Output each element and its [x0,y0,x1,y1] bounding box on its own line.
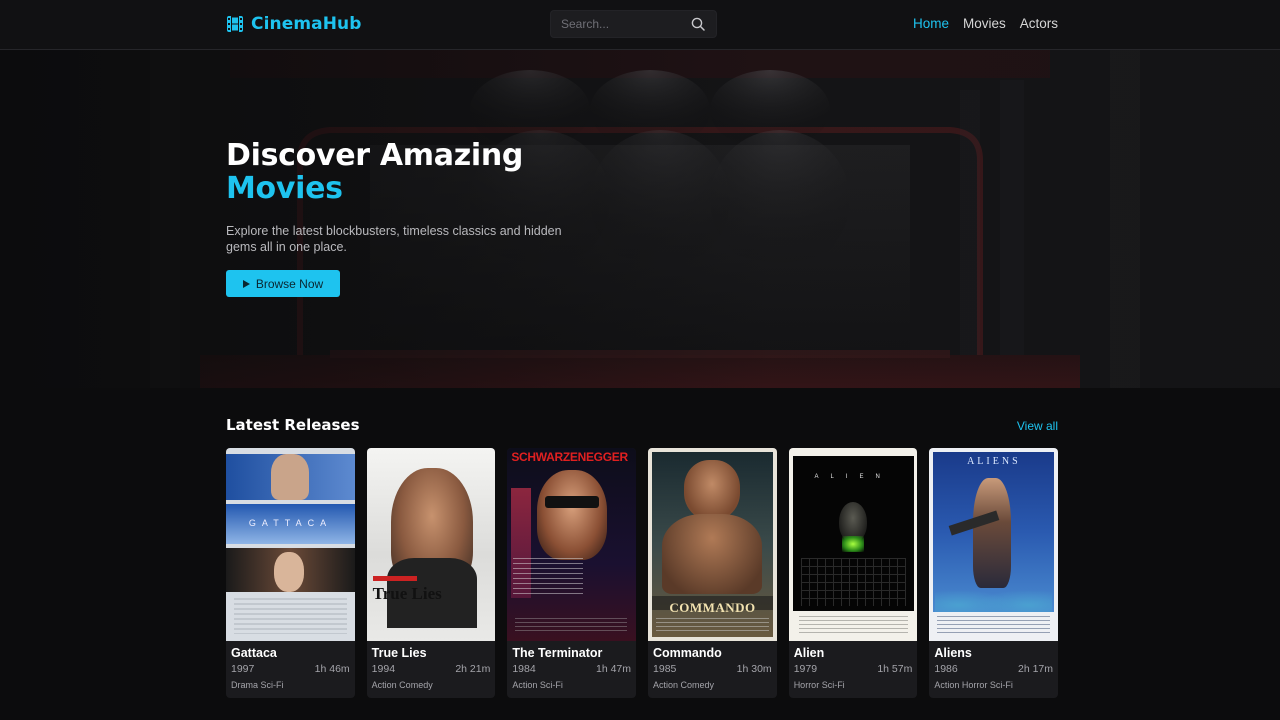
search-icon[interactable] [691,17,705,31]
movie-card[interactable]: GATTACA Gattaca 1997 1h 46m Drama Sci-Fi [226,448,355,698]
movie-year: 1979 [793,663,818,675]
hero-banner: Discover Amazing Movies Explore the late… [0,50,1280,388]
hero-description: Explore the latest blockbusters, timeles… [226,224,562,254]
movie-runtime: 1h 57m [877,663,913,675]
movie-card[interactable]: True Lies True Lies 1994 2h 21m Action C… [366,448,496,698]
hero-title-line1: Discover Amazing [226,138,524,173]
movie-poster: ALIEN [788,448,918,641]
movie-runtime: 1h 30m [736,663,772,675]
movie-year: 1985 [653,663,677,675]
poster-title-text: ALIEN [814,474,892,480]
section-title: Latest Releases [226,416,360,434]
movie-poster: COMMANDO [648,448,777,641]
poster-title-text: ALIENS [967,456,1021,467]
nav-links: Home Movies Actors [913,16,1058,31]
movie-genres: Action Comedy [653,680,715,690]
search-box [550,10,717,38]
movie-runtime: 2h 21m [455,663,491,675]
movie-poster: GATTACA [226,448,355,641]
brand-logo[interactable]: CinemaHub [226,14,362,34]
movie-title: Commando [653,646,722,660]
movie-title: Aliens [934,646,972,660]
poster-title-text: COMMANDO [669,600,756,615]
movie-genres: Action Sci-Fi [512,680,563,690]
play-icon [242,279,250,288]
movie-poster: True Lies [366,448,496,641]
movie-title: Alien [793,646,825,660]
latest-releases-header: Latest Releases View all [226,416,1058,436]
movie-runtime: 2h 17m [1018,663,1054,675]
movie-title: True Lies [371,646,427,660]
nav-link-home[interactable]: Home [913,16,949,31]
view-all-link[interactable]: View all [1017,419,1058,433]
movie-genres: Drama Sci-Fi [231,680,284,690]
movie-year: 1986 [934,663,958,675]
movie-year: 1997 [231,663,255,675]
movie-poster: ALIENS [929,448,1059,641]
browse-now-button[interactable]: Browse Now [226,270,340,297]
search-input[interactable] [551,11,681,37]
hero-title: Discover Amazing Movies [226,139,586,205]
hero-overlay [0,50,1280,388]
movie-year: 1984 [512,663,536,675]
browse-now-label: Browse Now [255,276,324,291]
movie-card[interactable]: ALIENS Aliens 1986 2h 17m Action Horror … [929,448,1059,698]
movie-genres: Action Horror Sci-Fi [934,680,1013,690]
movie-genres: Horror Sci-Fi [793,680,845,690]
movie-genres: Action Comedy [371,680,433,690]
movie-runtime: 1h 46m [314,663,350,675]
poster-title-text: True Lies [372,584,442,603]
movie-card[interactable]: SCHWARZENEGGER The Terminator 1984 1h 47… [507,448,637,698]
hero-content: Discover Amazing Movies Explore the late… [226,139,586,297]
poster-title-text: GATTACA [248,518,333,528]
movie-card[interactable]: ALIEN Alien 1979 1h 57m Horror Sci-Fi [788,448,918,698]
movie-year: 1994 [371,663,396,675]
movie-card-list: GATTACA Gattaca 1997 1h 46m Drama Sci-Fi… [226,448,1059,698]
nav-link-actors[interactable]: Actors [1020,16,1058,31]
movie-runtime: 1h 47m [595,663,632,675]
brand-name: CinemaHub [251,14,362,34]
movie-title: The Terminator [512,646,603,660]
movie-poster: SCHWARZENEGGER [507,448,637,641]
hero-title-line2: Movies [226,171,343,206]
movie-card[interactable]: COMMANDO Commando 1985 1h 30m Action Com… [648,448,777,698]
movie-title: Gattaca [231,646,277,660]
nav-link-movies[interactable]: Movies [963,16,1006,31]
navbar: CinemaHub Home Movies Actors [0,0,1280,50]
poster-title-text: SCHWARZENEGGER [511,450,628,464]
film-icon [227,16,243,32]
